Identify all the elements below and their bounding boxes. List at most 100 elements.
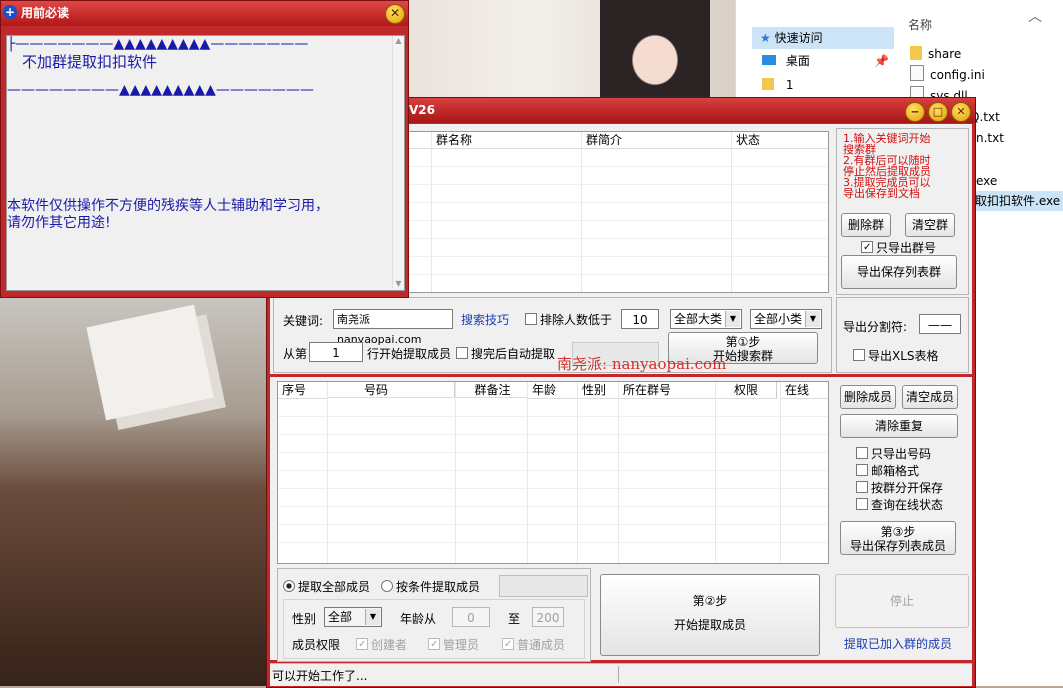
option-label: 管理员 bbox=[443, 638, 480, 652]
keyword-input[interactable]: 南尧派nanyaopai.com bbox=[333, 309, 453, 346]
select-value: 全部 bbox=[328, 610, 353, 624]
file-name: config.ini bbox=[930, 68, 985, 82]
only-export-group-id-option[interactable]: 只导出群号 bbox=[861, 239, 936, 256]
member-col-remark[interactable]: 群备注 bbox=[456, 382, 528, 398]
step2-extract-button[interactable]: 第②步 开始提取成员 bbox=[600, 574, 820, 656]
ini-file-icon bbox=[910, 65, 924, 81]
only-number-option[interactable]: 只导出号码 bbox=[856, 445, 931, 462]
condition-group: 性别 全部 ▼ 年龄从 0 至 200 成员权限 创建者 管理员 普通成员 bbox=[283, 599, 585, 659]
nav-quick-access[interactable]: ★ 快速访问 bbox=[752, 27, 894, 49]
clear-member-button[interactable]: 清空成员 bbox=[902, 385, 958, 409]
pin-icon: 📌 bbox=[874, 54, 889, 68]
file-row[interactable]: config.ini bbox=[910, 65, 985, 85]
member-col-group-id[interactable]: 所在群号 bbox=[619, 382, 716, 399]
keyword-label: 关键词: bbox=[283, 314, 324, 328]
member-col-gender[interactable]: 性别 bbox=[578, 382, 619, 399]
radio-extract-conditional[interactable]: 按条件提取成员 bbox=[381, 578, 480, 595]
group-col-intro[interactable]: 群简介 bbox=[582, 132, 732, 149]
button-line: 导出保存列表成员 bbox=[849, 539, 946, 553]
group-col-blank bbox=[408, 132, 432, 149]
file-row-selected[interactable]: 取扣扣软件.exe bbox=[975, 191, 1063, 211]
file-row[interactable]: exe bbox=[976, 171, 997, 191]
option-label: 提取全部成员 bbox=[298, 580, 371, 594]
radio-selected[interactable] bbox=[283, 580, 295, 592]
nav-desktop[interactable]: 桌面 📌 bbox=[762, 50, 889, 72]
scroll-up-icon[interactable]: ▲ bbox=[393, 36, 404, 45]
notice-textarea[interactable]: ├———————▲▲▲▲▲▲▲▲▲——————— 不加群提取扣扣软件 —————… bbox=[6, 35, 405, 291]
step3-export-members-button[interactable]: 第③步 导出保存列表成员 bbox=[840, 521, 956, 555]
close-button[interactable]: ✕ bbox=[951, 102, 971, 122]
minimize-button[interactable]: ‒ bbox=[905, 102, 925, 122]
instruction-line: 导出保存到文档 bbox=[843, 187, 920, 200]
gender-select[interactable]: 全部 ▼ bbox=[324, 607, 382, 627]
file-row[interactable]: n.txt bbox=[976, 128, 1004, 148]
delete-member-button[interactable]: 删除成员 bbox=[840, 385, 896, 409]
age-from-input[interactable]: 0 bbox=[452, 607, 490, 627]
separator-label: 导出分割符: bbox=[843, 320, 908, 334]
checkbox[interactable] bbox=[456, 347, 468, 359]
exclude-count-input[interactable]: 10 bbox=[621, 309, 659, 329]
category-minor-select[interactable]: 全部小类 ▼ bbox=[750, 309, 822, 329]
age-to-input[interactable]: 200 bbox=[532, 607, 564, 627]
dropdown-arrow-icon[interactable]: ▼ bbox=[725, 311, 740, 327]
age-to-label: 至 bbox=[508, 612, 521, 626]
dedupe-button[interactable]: 清除重复 bbox=[840, 414, 958, 438]
nav-folder-1[interactable]: 1 bbox=[762, 74, 793, 96]
radio-extract-all[interactable]: 提取全部成员 bbox=[283, 578, 370, 595]
member-col-index[interactable]: 序号 bbox=[278, 382, 328, 399]
checkbox[interactable] bbox=[856, 498, 868, 510]
scroll-down-icon[interactable]: ▼ bbox=[393, 279, 404, 288]
member-col-online[interactable]: 在线 bbox=[781, 382, 828, 399]
split-by-group-option[interactable]: 按群分开保存 bbox=[856, 479, 943, 496]
nav-folder-1-label: 1 bbox=[785, 78, 794, 92]
auto-extract-option[interactable]: 搜完后自动提取 bbox=[456, 345, 555, 362]
stop-button[interactable]: 停止 bbox=[835, 574, 969, 628]
group-col-name[interactable]: 群名称 bbox=[432, 132, 582, 149]
notice-title-bar[interactable]: + 用前必读 ✕ bbox=[1, 1, 408, 26]
checkbox-checked[interactable] bbox=[356, 638, 368, 650]
member-col-age[interactable]: 年龄 bbox=[528, 382, 578, 399]
extract-joined-link[interactable]: 提取已加入群的成员 bbox=[844, 635, 952, 652]
member-table[interactable]: 序号 号码 群备注 年龄 性别 所在群号 权限 在线 bbox=[277, 381, 829, 564]
group-table[interactable]: 群名称 群简介 状态 bbox=[407, 131, 829, 293]
perm-normal-option[interactable]: 普通成员 bbox=[502, 636, 565, 653]
perm-admin-option[interactable]: 管理员 bbox=[428, 636, 479, 653]
checkbox-checked[interactable] bbox=[428, 638, 440, 650]
dropdown-arrow-icon[interactable]: ▼ bbox=[805, 311, 820, 327]
maximize-button[interactable]: □ bbox=[928, 102, 948, 122]
select-value: 全部大类 bbox=[674, 312, 723, 326]
checkbox-checked[interactable] bbox=[861, 241, 873, 253]
column-header-name[interactable]: 名称 bbox=[908, 16, 932, 33]
export-separator-panel: 导出分割符: —— 导出XLS表格 bbox=[836, 297, 969, 373]
checkbox[interactable] bbox=[856, 464, 868, 476]
group-col-status[interactable]: 状态 bbox=[732, 132, 828, 149]
export-xls-option[interactable]: 导出XLS表格 bbox=[853, 347, 939, 364]
checkbox-checked[interactable] bbox=[502, 638, 514, 650]
checkbox[interactable] bbox=[853, 349, 865, 361]
exclude-below-option[interactable]: 排除人数低于 bbox=[525, 311, 612, 328]
delete-group-button[interactable]: 删除群 bbox=[841, 213, 891, 237]
member-actions-panel: 删除成员 清空成员 清除重复 只导出号码 邮箱格式 按群分开保存 查询在线状态 … bbox=[836, 381, 967, 561]
category-major-select[interactable]: 全部大类 ▼ bbox=[670, 309, 742, 329]
radio[interactable] bbox=[381, 580, 393, 592]
checkbox[interactable] bbox=[525, 313, 537, 325]
sort-chevron-up-icon[interactable]: ︿ bbox=[1028, 6, 1042, 26]
notice-line: 不加群提取扣扣软件 bbox=[22, 53, 158, 71]
notice-scrollbar[interactable]: ▲ ▼ bbox=[392, 36, 404, 288]
mail-format-option[interactable]: 邮箱格式 bbox=[856, 462, 919, 479]
search-tips-link[interactable]: 搜索技巧 bbox=[461, 311, 509, 328]
notice-close-button[interactable]: ✕ bbox=[385, 4, 405, 24]
member-col-number[interactable]: 号码 bbox=[328, 382, 455, 398]
checkbox[interactable] bbox=[856, 447, 868, 459]
from-row-input[interactable]: 1 bbox=[309, 342, 363, 362]
dropdown-arrow-icon[interactable]: ▼ bbox=[365, 609, 380, 625]
status-text: 可以开始工作了... bbox=[272, 669, 368, 683]
export-group-list-button[interactable]: 导出保存列表群 bbox=[841, 255, 957, 289]
query-online-option[interactable]: 查询在线状态 bbox=[856, 496, 943, 513]
clear-group-button[interactable]: 清空群 bbox=[905, 213, 955, 237]
file-row[interactable]: share bbox=[910, 44, 961, 64]
separator-input[interactable]: —— bbox=[919, 314, 961, 334]
perm-creator-option[interactable]: 创建者 bbox=[356, 636, 407, 653]
checkbox[interactable] bbox=[856, 481, 868, 493]
member-col-permission[interactable]: 权限 bbox=[716, 382, 777, 399]
